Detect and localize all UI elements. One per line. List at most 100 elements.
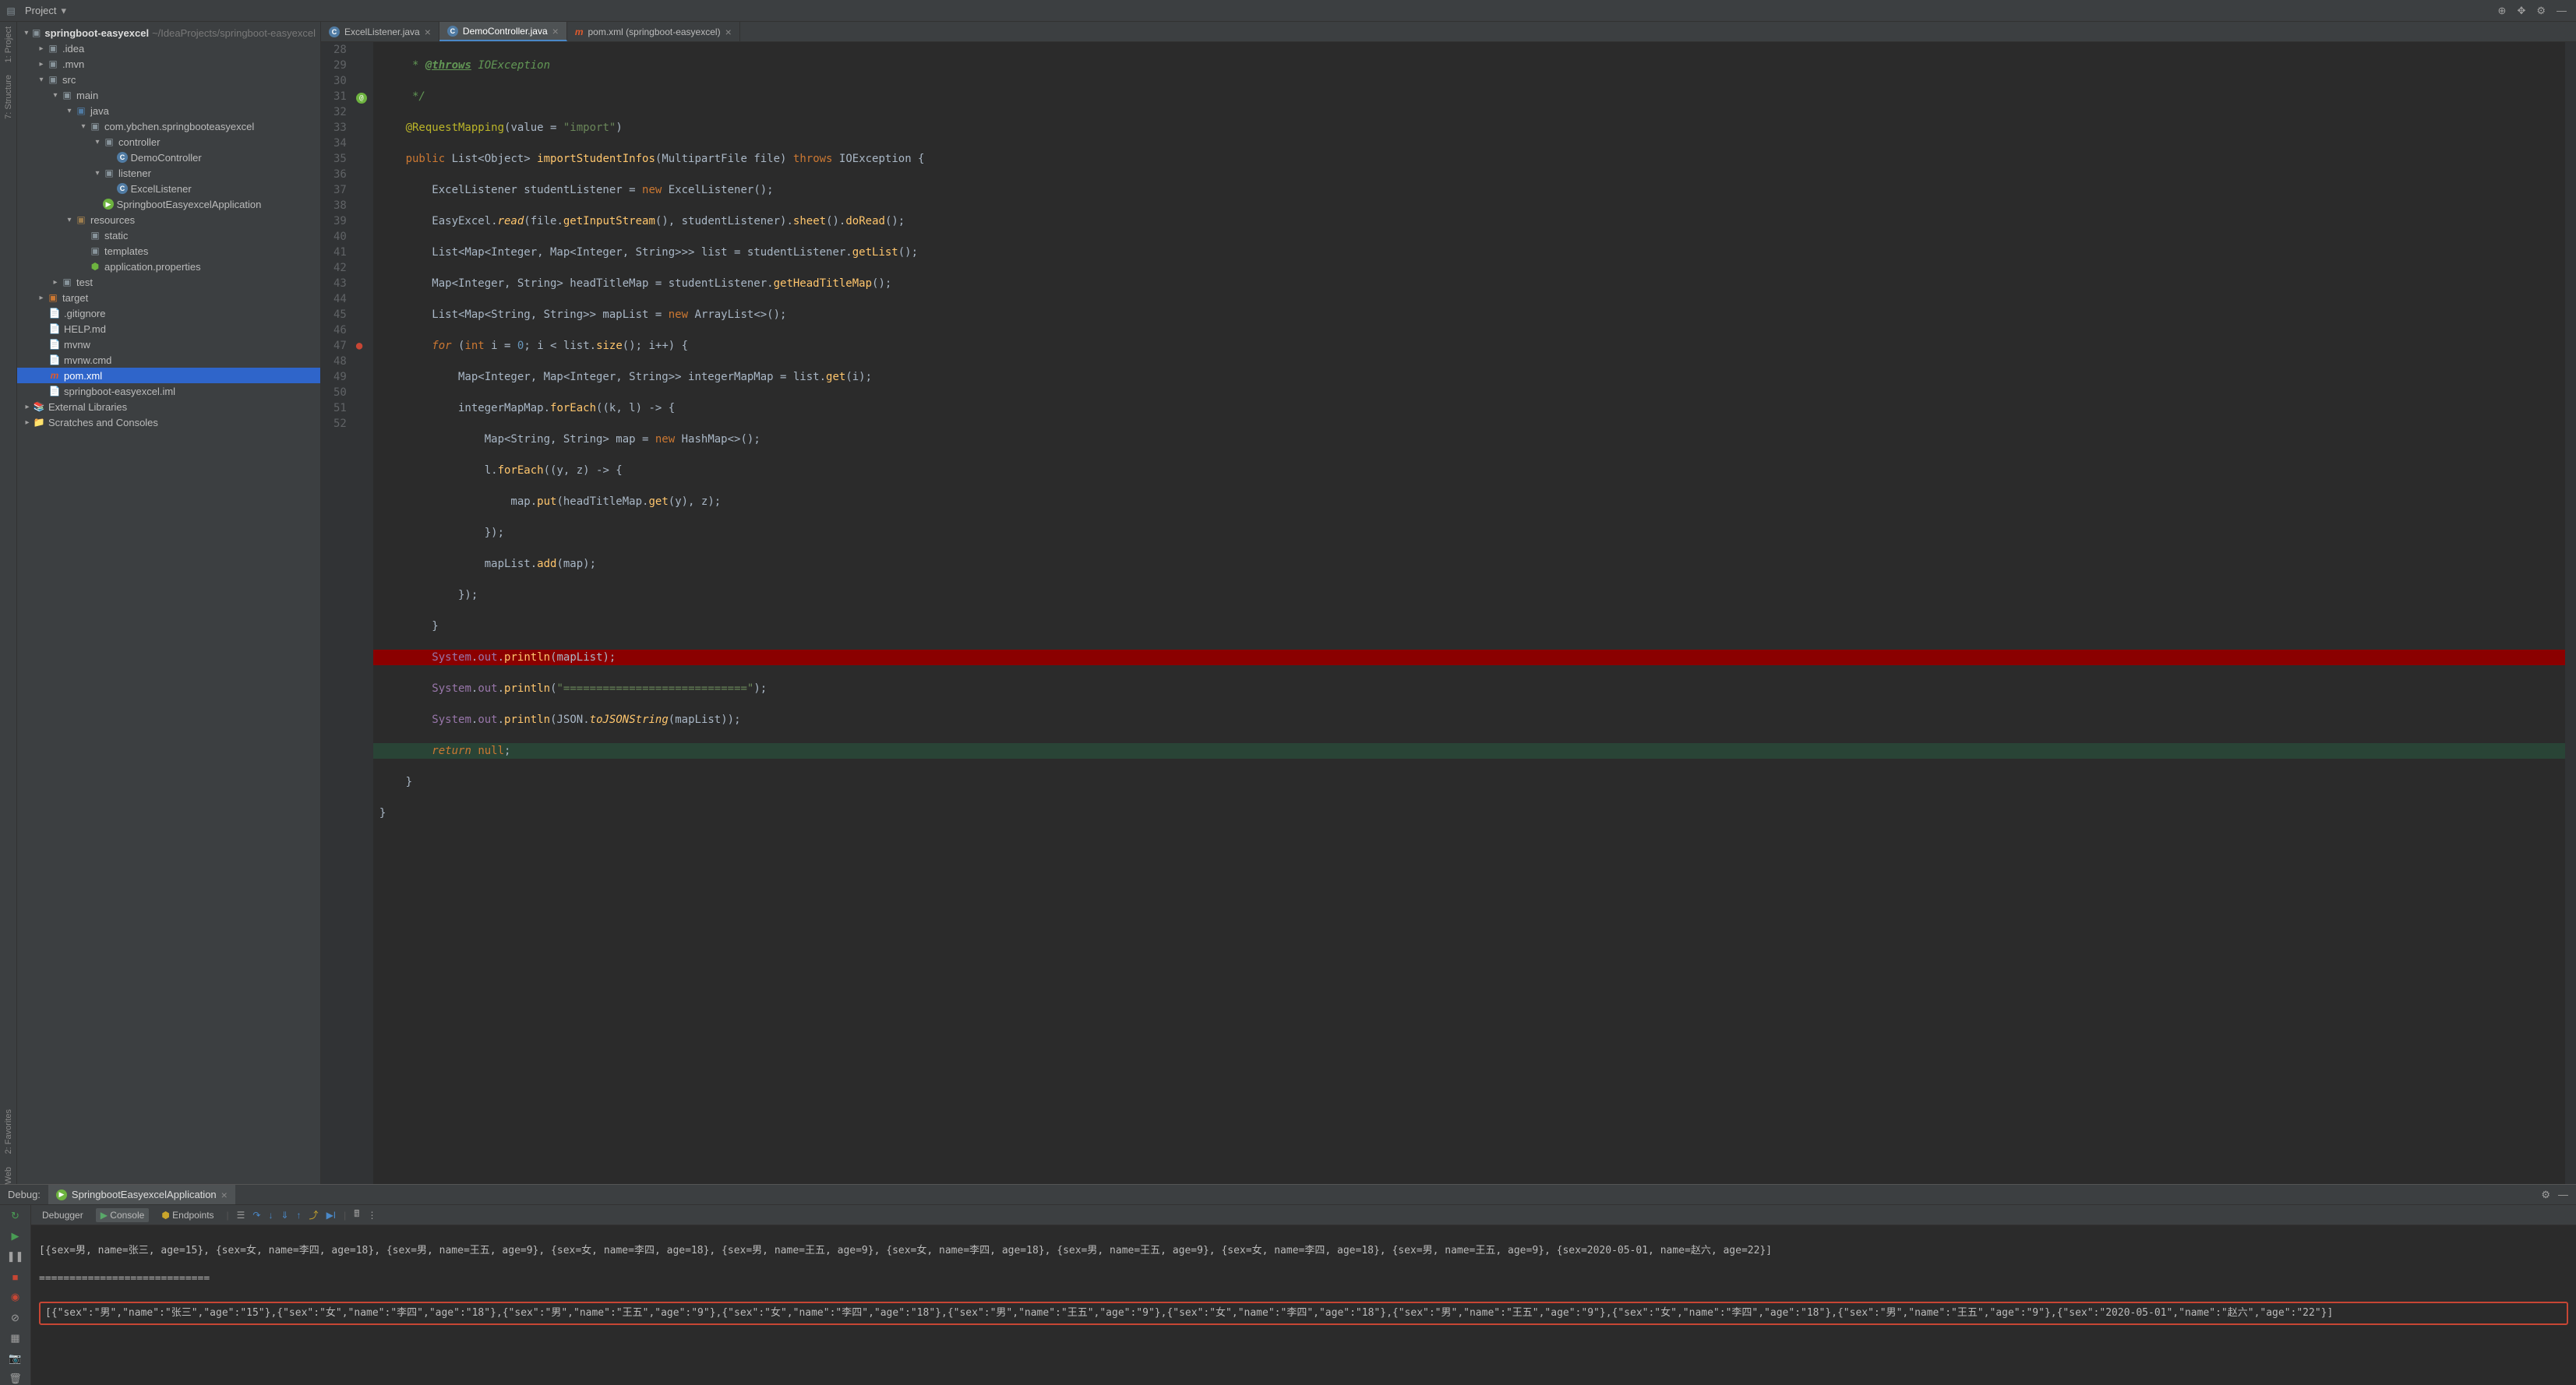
- resume-icon[interactable]: ▶: [7, 1230, 24, 1242]
- chevron-down-icon[interactable]: ▾: [22, 29, 31, 37]
- tree-listener[interactable]: ▾▣listener: [17, 165, 320, 181]
- expand-icon[interactable]: ✥: [2517, 5, 2525, 17]
- tree-label: main: [76, 90, 98, 101]
- chevron-down-icon[interactable]: ▾: [92, 169, 103, 178]
- chevron-right-icon[interactable]: ▸: [22, 403, 33, 411]
- chevron-right-icon[interactable]: ▸: [36, 294, 47, 302]
- chevron-down-icon[interactable]: ▾: [78, 122, 89, 131]
- tree-extlib[interactable]: ▸📚External Libraries: [17, 399, 320, 414]
- hide-icon[interactable]: —: [2558, 1189, 2568, 1201]
- tree-mvnwcmd[interactable]: 📄mvnw.cmd: [17, 352, 320, 368]
- tree-resources[interactable]: ▾▣resources: [17, 212, 320, 227]
- chevron-down-icon[interactable]: ▾: [92, 138, 103, 146]
- tree-gitignore[interactable]: 📄.gitignore: [17, 305, 320, 321]
- chevron-down-icon[interactable]: ▾: [64, 107, 75, 115]
- rerun-icon[interactable]: ↻: [7, 1210, 24, 1222]
- stop-icon[interactable]: ■: [7, 1270, 24, 1283]
- chevron-down-icon[interactable]: ▾: [64, 216, 75, 224]
- tree-springapp[interactable]: ▶ SpringbootEasyexcelApplication: [17, 196, 320, 212]
- icon-gutter[interactable]: @ ●: [355, 42, 373, 1184]
- tree-java[interactable]: ▾▣java: [17, 103, 320, 118]
- chevron-right-icon[interactable]: ▸: [36, 44, 47, 53]
- pause-icon[interactable]: ❚❚: [7, 1250, 24, 1263]
- frames-icon[interactable]: ☰: [237, 1210, 245, 1221]
- tree-democontroller[interactable]: C DemoController: [17, 150, 320, 165]
- tab-excellistener[interactable]: CExcelListener.java×: [321, 22, 439, 41]
- code-content[interactable]: * @throws IOException */ @RequestMapping…: [373, 42, 2565, 1184]
- tree-scratches[interactable]: ▸📁Scratches and Consoles: [17, 414, 320, 430]
- tree-label: springboot-easyexcel.iml: [64, 386, 175, 397]
- chevron-down-icon[interactable]: ▾: [50, 91, 61, 100]
- tool-favorites[interactable]: 2: Favorites: [4, 1109, 13, 1154]
- project-tree[interactable]: ▾ ▣ springboot-easyexcel ~/IdeaProjects/…: [17, 22, 321, 1184]
- editor-body[interactable]: 28 29 30 31 32 33 34 35 36 37 38 39 40 4…: [321, 42, 2576, 1184]
- layout-icon[interactable]: ▦: [7, 1332, 24, 1344]
- tab-democontroller[interactable]: CDemoController.java×: [439, 22, 567, 41]
- debug-runconfig-tab[interactable]: ▶ SpringbootEasyexcelApplication ×: [48, 1185, 235, 1204]
- tree-iml[interactable]: 📄springboot-easyexcel.iml: [17, 383, 320, 399]
- project-label[interactable]: Project: [25, 5, 56, 16]
- line-number: 41: [333, 245, 347, 260]
- tool-web[interactable]: Web: [4, 1167, 13, 1184]
- chevron-right-icon[interactable]: ▸: [36, 60, 47, 69]
- tree-help[interactable]: 📄HELP.md: [17, 321, 320, 337]
- tree-target[interactable]: ▸▣target: [17, 290, 320, 305]
- tree-test[interactable]: ▸▣test: [17, 274, 320, 290]
- error-stripe[interactable]: [2565, 42, 2576, 1184]
- tree-src[interactable]: ▾▣src: [17, 72, 320, 87]
- trash-icon[interactable]: 🗑: [7, 1373, 24, 1385]
- project-dropdown-arrow[interactable]: ▾: [61, 5, 66, 17]
- tree-label: .mvn: [62, 58, 84, 70]
- debugger-tab[interactable]: Debugger: [37, 1208, 88, 1222]
- locate-icon[interactable]: ⊕: [2498, 5, 2507, 17]
- gear-icon[interactable]: ⚙: [2541, 1189, 2550, 1201]
- tree-controller[interactable]: ▾▣controller: [17, 134, 320, 150]
- tree-pkg[interactable]: ▾▣com.ybchen.springbooteasyexcel: [17, 118, 320, 134]
- mute-breakpoints-icon[interactable]: ⊘: [7, 1312, 24, 1324]
- drop-frame-icon[interactable]: ⤴: [309, 1208, 319, 1221]
- console-tab[interactable]: ▶ Console: [96, 1208, 150, 1222]
- close-icon[interactable]: ×: [425, 26, 431, 38]
- tree-mvn[interactable]: ▸▣.mvn: [17, 56, 320, 72]
- chevron-right-icon[interactable]: ▸: [22, 418, 33, 427]
- tree-pom[interactable]: mpom.xml: [17, 368, 320, 383]
- tree-templates[interactable]: ▣templates: [17, 243, 320, 259]
- chevron-right-icon[interactable]: ▸: [50, 278, 61, 287]
- tree-main[interactable]: ▾▣main: [17, 87, 320, 103]
- folder-icon: ▣: [61, 276, 73, 288]
- tree-root[interactable]: ▾ ▣ springboot-easyexcel ~/IdeaProjects/…: [17, 25, 320, 41]
- evaluate-icon[interactable]: 🖩: [354, 1207, 359, 1223]
- tree-excellistener[interactable]: C ExcelListener: [17, 181, 320, 196]
- step-into-icon[interactable]: ↓: [268, 1210, 273, 1221]
- line-number: 35: [333, 151, 347, 167]
- step-over-icon[interactable]: ↷: [252, 1210, 260, 1221]
- tab-pom[interactable]: mpom.xml (springboot-easyexcel)×: [567, 22, 740, 41]
- camera-icon[interactable]: 📷: [7, 1352, 24, 1365]
- tree-idea[interactable]: ▸▣.idea: [17, 41, 320, 56]
- hide-icon[interactable]: —: [2557, 5, 2567, 16]
- close-icon[interactable]: ×: [725, 26, 732, 38]
- tree-static[interactable]: ▣static: [17, 227, 320, 243]
- force-step-into-icon[interactable]: ⇓: [281, 1210, 288, 1221]
- endpoint-gutter-icon[interactable]: @: [356, 89, 367, 104]
- tool-project[interactable]: 1: Project: [4, 26, 13, 62]
- close-icon[interactable]: ×: [552, 25, 559, 37]
- tree-label: listener: [118, 167, 151, 179]
- trace-icon[interactable]: ⋮: [367, 1210, 376, 1221]
- breakpoint-icon[interactable]: ●: [356, 338, 362, 354]
- breakpoints-icon[interactable]: ◉: [7, 1291, 24, 1303]
- run-to-cursor-icon[interactable]: ▶I: [326, 1210, 337, 1221]
- line-number: 38: [333, 198, 347, 213]
- class-icon: C: [329, 26, 340, 37]
- endpoints-tab[interactable]: ⬢ Endpoints: [157, 1208, 218, 1222]
- tool-structure[interactable]: 7: Structure: [4, 75, 13, 119]
- close-icon[interactable]: ×: [221, 1189, 228, 1201]
- tree-appprops[interactable]: ⬢application.properties: [17, 259, 320, 274]
- step-out-icon[interactable]: ↑: [297, 1210, 302, 1221]
- console-output[interactable]: [{sex=男, name=张三, age=15}, {sex=女, name=…: [31, 1225, 2576, 1385]
- tree-mvnw[interactable]: 📄mvnw: [17, 337, 320, 352]
- gear-icon[interactable]: ⚙: [2536, 5, 2546, 17]
- tree-label: target: [62, 292, 88, 304]
- chevron-down-icon[interactable]: ▾: [36, 76, 47, 84]
- line-number: 50: [333, 385, 347, 400]
